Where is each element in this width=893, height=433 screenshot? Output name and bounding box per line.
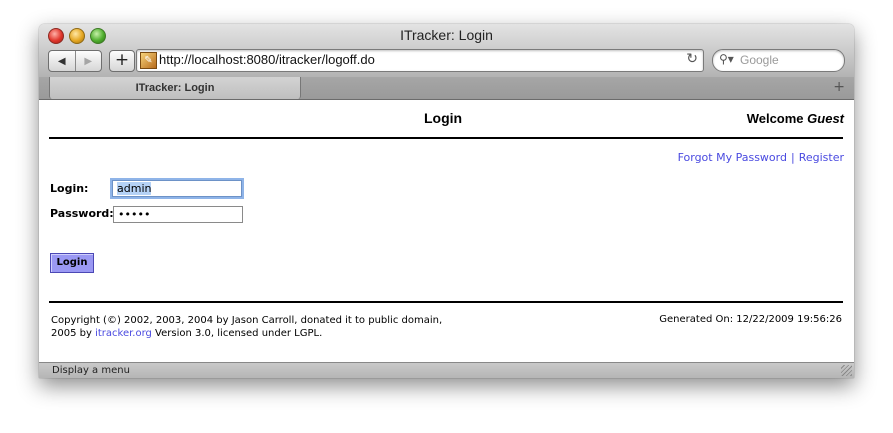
copyright-line-2: 2005 by itracker.org Version 3.0, licens… — [51, 327, 442, 340]
search-placeholder: Google — [740, 53, 779, 67]
address-bar[interactable]: ✎ http://localhost:8080/itracker/logoff.… — [136, 49, 704, 72]
itracker-favicon-icon: ✎ — [140, 52, 157, 69]
nav-buttons: ◀ ▶ — [48, 50, 102, 72]
password-value: ••••• — [118, 208, 151, 221]
welcome-prefix: Welcome — [746, 111, 808, 126]
register-link[interactable]: Register — [799, 151, 844, 164]
forward-button[interactable]: ▶ — [76, 51, 102, 71]
header-divider — [49, 137, 843, 139]
status-text: Display a menu — [52, 365, 130, 376]
reload-icon[interactable]: ↻ — [686, 51, 698, 67]
url-text[interactable]: http://localhost:8080/itracker/logoff.do — [159, 52, 375, 67]
tab-itracker-login[interactable]: ITracker: Login — [49, 77, 301, 99]
welcome-user: Guest — [807, 111, 844, 126]
tab-bar: ITracker: Login + — [39, 77, 854, 100]
copyright-prefix: 2005 by — [51, 328, 96, 339]
footer-divider — [49, 301, 843, 303]
login-label: Login: — [50, 182, 89, 195]
window-title: ITracker: Login — [400, 27, 493, 43]
login-button[interactable]: Login — [50, 253, 94, 273]
copyright-suffix: Version 3.0, licensed under LGPL. — [151, 328, 323, 339]
resize-grip-icon[interactable] — [841, 365, 852, 376]
login-value: admin — [117, 182, 152, 195]
browser-window: ITracker: Login ◀ ▶ + ✎ http://localhost… — [39, 24, 854, 378]
page-title: Login — [424, 110, 463, 126]
itracker-link[interactable]: itracker.org — [95, 328, 152, 339]
copyright-line-1: Copyright (©) 2002, 2003, 2004 by Jason … — [51, 315, 443, 326]
search-icon[interactable]: ⚲▾ — [719, 52, 734, 66]
copyright-text: Copyright (©) 2002, 2003, 2004 by Jason … — [51, 314, 442, 340]
back-button[interactable]: ◀ — [49, 51, 76, 71]
password-label: Password: — [50, 207, 114, 220]
forgot-password-link[interactable]: Forgot My Password — [678, 151, 787, 164]
new-tab-icon[interactable]: + — [833, 79, 845, 95]
password-field[interactable]: ••••• — [113, 206, 243, 223]
search-input[interactable]: ⚲▾ Google — [712, 49, 845, 72]
generated-timestamp: Generated On: 12/22/2009 19:56:26 — [659, 314, 842, 325]
welcome-text: Welcome Guest — [747, 111, 844, 126]
account-links: Forgot My Password | Register — [678, 151, 844, 164]
status-bar: Display a menu — [39, 362, 854, 378]
login-field[interactable]: admin — [112, 180, 242, 197]
link-separator: | — [790, 151, 795, 164]
add-bookmark-button[interactable]: + — [109, 50, 135, 72]
title-bar: ITracker: Login ◀ ▶ + ✎ http://localhost… — [39, 24, 854, 78]
